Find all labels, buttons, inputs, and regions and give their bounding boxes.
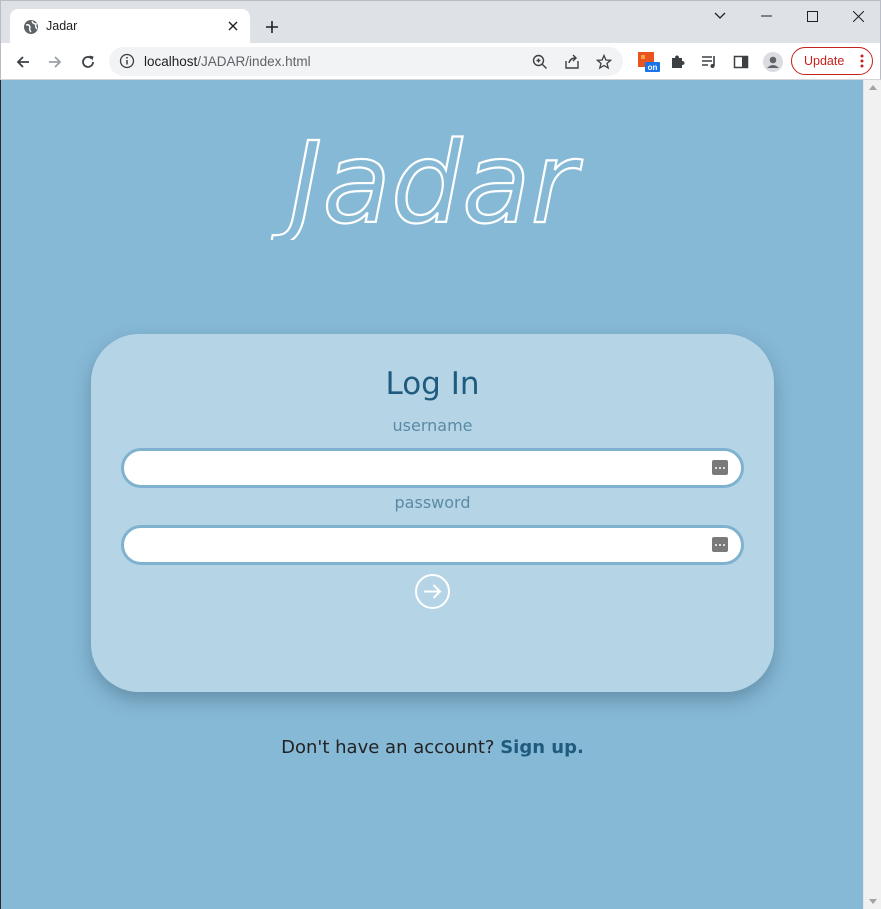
forward-icon[interactable] [42,49,68,75]
tab-title: Jadar [46,19,78,33]
close-tab-icon[interactable] [224,17,242,35]
scroll-up-icon[interactable] [869,85,877,90]
browser-toolbar: localhost/JADAR/index.html on Update [0,43,881,80]
signup-prompt: Don't have an account? Sign up. [1,737,864,758]
login-card: Log In username password [91,334,774,692]
signup-prompt-text: Don't have an account? [281,737,495,758]
page-scrollbar[interactable] [863,80,881,909]
address-bar[interactable]: localhost/JADAR/index.html [109,47,623,76]
extension-on-icon[interactable]: on [635,49,661,75]
logo-text: Jadar [270,120,582,240]
page-content: Jadar Log In username password Don't hav… [0,80,863,909]
jadar-logo: Jadar [269,120,584,240]
browser-tab-strip: Jadar [0,0,881,44]
url-host: localhost [144,54,198,69]
browser-tab[interactable]: Jadar [10,9,250,44]
share-icon[interactable] [561,51,583,73]
password-field[interactable] [121,525,744,565]
back-icon[interactable] [10,49,36,75]
globe-icon [23,19,39,35]
extensions-puzzle-icon[interactable] [664,49,690,75]
maximize-icon[interactable] [789,1,835,31]
more-menu-icon[interactable] [860,54,864,71]
bookmark-star-icon[interactable] [593,51,615,73]
reload-icon[interactable] [75,49,101,75]
username-field[interactable] [121,448,744,488]
signup-link[interactable]: Sign up. [500,737,584,758]
minimize-icon[interactable] [743,1,789,31]
zoom-icon[interactable] [529,51,551,73]
password-manager-icon[interactable] [712,460,728,475]
url-path: /JADAR/index.html [197,54,311,69]
url-text: localhost/JADAR/index.html [144,54,311,69]
new-tab-button[interactable] [260,15,284,39]
tab-search-icon[interactable] [697,1,743,31]
extension-badge: on [648,63,658,72]
password-label: password [394,493,471,512]
site-info-icon[interactable] [119,53,135,69]
side-panel-icon[interactable] [728,49,754,75]
close-window-icon[interactable] [835,1,881,31]
media-control-icon[interactable] [696,49,722,75]
update-button[interactable]: Update [791,47,873,75]
submit-arrow-button[interactable] [414,573,451,610]
username-label: username [392,416,473,435]
update-label: Update [804,54,845,68]
arrow-right-circle-icon [415,574,450,609]
password-manager-icon[interactable] [712,537,728,552]
login-title: Log In [385,366,480,402]
profile-avatar-icon[interactable] [760,49,786,75]
scroll-down-icon[interactable] [869,899,877,904]
